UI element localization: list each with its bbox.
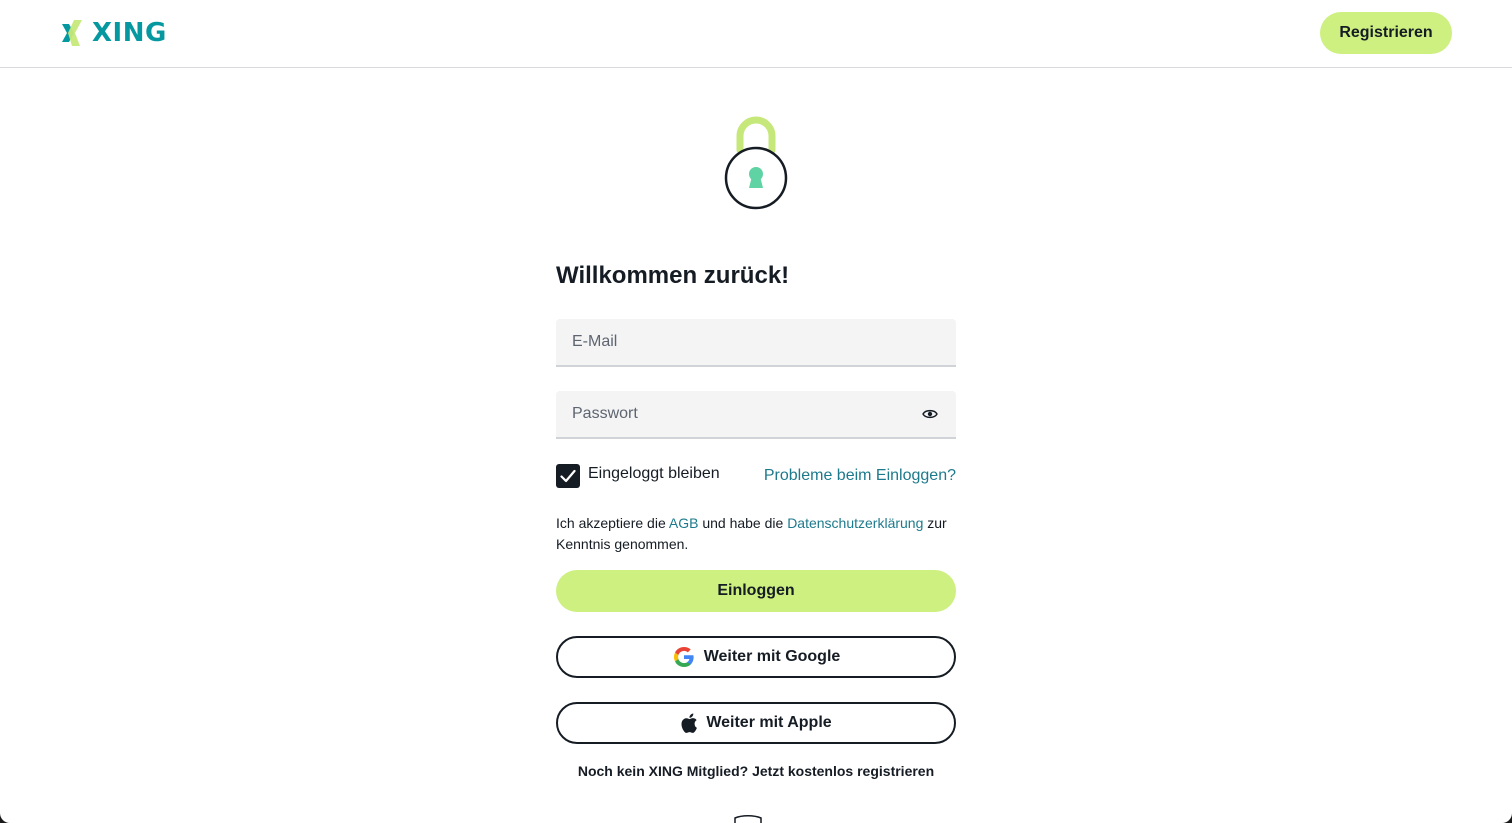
password-field-wrapper — [556, 391, 956, 439]
google-icon — [673, 647, 694, 667]
register-button[interactable]: Registrieren — [1320, 12, 1452, 54]
login-trouble-link[interactable]: Probleme beim Einloggen? — [764, 467, 956, 485]
apple-icon — [681, 713, 698, 733]
privacy-link[interactable]: Datenschutzerklärung — [787, 515, 923, 531]
shield-icon — [734, 815, 762, 823]
email-field-wrapper — [556, 319, 956, 367]
logo-text: XING — [92, 18, 167, 48]
agb-link[interactable]: AGB — [669, 515, 699, 531]
email-field[interactable] — [556, 319, 956, 365]
terms-prefix: Ich akzeptiere die — [556, 515, 669, 531]
top-bar: XING Registrieren — [0, 0, 1512, 68]
xing-x-icon — [62, 20, 82, 46]
google-login-button[interactable]: Weiter mit Google — [556, 636, 956, 678]
signup-link[interactable]: Noch kein XING Mitglied? Jetzt kostenlos… — [556, 763, 956, 779]
terms-text: Ich akzeptiere die AGB und habe die Date… — [556, 513, 956, 555]
stay-logged-in-checkbox[interactable] — [556, 464, 580, 488]
eye-icon[interactable] — [922, 408, 938, 420]
stay-logged-in-label[interactable]: Eingeloggt bleiben — [588, 465, 720, 483]
padlock-icon — [724, 116, 788, 210]
login-page: XING Registrieren Willkommen zurück! Ein… — [0, 0, 1512, 823]
password-field[interactable] — [556, 391, 956, 437]
login-button[interactable]: Einloggen — [556, 570, 956, 612]
xing-logo[interactable]: XING — [60, 17, 167, 49]
terms-middle: und habe die — [698, 515, 788, 531]
checkmark-icon — [560, 469, 576, 483]
apple-login-button[interactable]: Weiter mit Apple — [556, 702, 956, 744]
apple-button-label: Weiter mit Apple — [706, 714, 832, 731]
google-button-label: Weiter mit Google — [703, 648, 841, 665]
page-title: Willkommen zurück! — [556, 262, 790, 289]
